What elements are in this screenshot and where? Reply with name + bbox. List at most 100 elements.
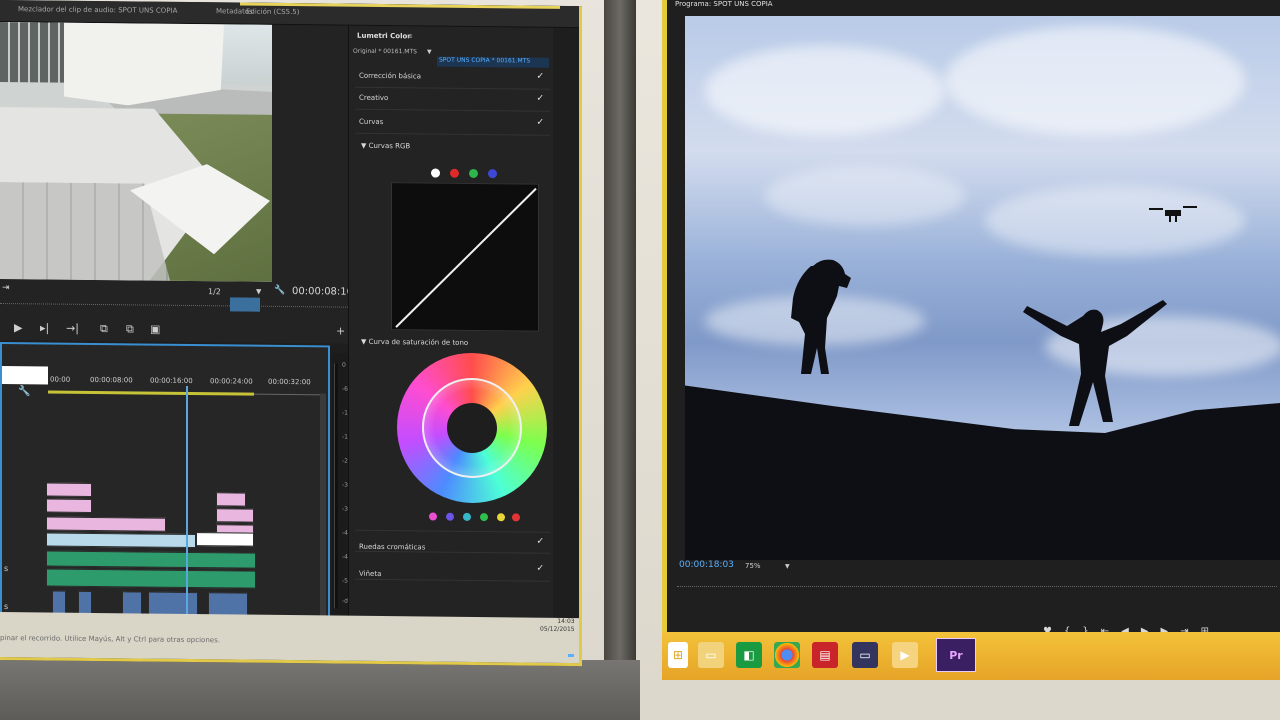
store-icon[interactable]: ◧ (736, 642, 762, 668)
source-monitor: ⇥ 1/2 ▼ 🔧 00:00:08:16 (0, 22, 354, 326)
insert-icon[interactable]: ⧉ (100, 322, 108, 336)
green-swatch[interactable] (480, 513, 488, 522)
source-playhead[interactable] (230, 297, 260, 312)
timeline-panel: 00:00 00:00:08:00 00:00:16:00 00:00:24:0… (0, 342, 332, 656)
desk-surface (0, 660, 640, 720)
video-clip[interactable] (46, 498, 92, 513)
wrench-icon[interactable]: 🔧 (18, 386, 30, 397)
curve-line (395, 187, 537, 328)
source-clip-select[interactable]: Original * 00161.MTS (353, 48, 417, 56)
chevron-down-icon[interactable]: ▼ (256, 288, 261, 296)
lumetri-color-panel: Lumetri Color ≡ Original * 00161.MTS ▼ S… (348, 25, 553, 628)
audio-clip[interactable] (46, 568, 256, 589)
work-area-bar[interactable] (48, 390, 254, 396)
editing-workspace-tab[interactable]: Edición (CS5.5) (246, 8, 299, 17)
yellow-swatch[interactable] (497, 513, 505, 522)
audio-mixer-tab[interactable]: Mezclador del clip de audio: SPOT UNS CO… (18, 5, 177, 15)
meter-label: 0 (342, 361, 346, 369)
green-channel-dot[interactable] (469, 168, 478, 179)
timeline-time-ruler[interactable]: 00:00 00:00:08:00 00:00:16:00 00:00:24:0… (42, 375, 332, 387)
video-clip[interactable] (46, 532, 196, 549)
chevron-down-icon[interactable]: ▼ (785, 563, 790, 570)
violet-swatch[interactable] (446, 512, 454, 521)
checkmark-icon[interactable]: ✓ (536, 537, 544, 547)
step-forward-icon[interactable]: ▸| (40, 321, 49, 334)
section-label: Ruedas cromáticas (359, 542, 426, 552)
video-clip[interactable] (216, 508, 254, 523)
creative-section[interactable]: Creativo ✓ (355, 87, 550, 112)
white-channel-dot[interactable] (431, 168, 440, 178)
left-taskbar: 14:03 05/12/2015 pinar el recorrido. Util… (0, 612, 582, 667)
hue-sat-curve-toggle[interactable]: ▼ Curva de saturación de tono (361, 338, 468, 347)
wrench-icon[interactable]: 🔧 (274, 286, 285, 296)
premiere-label: Pr (949, 648, 963, 662)
source-zoom-select[interactable]: 1/2 (208, 287, 221, 296)
drone-icon (1149, 206, 1197, 222)
checkmark-icon[interactable]: ✓ (536, 118, 544, 128)
blue-channel-dot[interactable] (488, 169, 497, 179)
add-button-icon[interactable]: + (336, 325, 345, 338)
left-screen: Mezclador del clip de audio: SPOT UNS CO… (0, 0, 582, 667)
checkmark-icon[interactable]: ✓ (536, 72, 544, 82)
vignette-section[interactable]: Viñeta ✓ (355, 557, 550, 582)
overwrite-icon[interactable]: ⧉ (126, 322, 134, 336)
video-clip[interactable] (216, 492, 246, 507)
power-led (568, 654, 574, 657)
basic-correction-section[interactable]: Corrección básica ✓ (355, 65, 550, 90)
panel-menu-icon[interactable]: ≡ (407, 32, 413, 40)
play-icon[interactable]: ▶ (14, 321, 22, 334)
folder-icon[interactable]: ▭ (698, 642, 724, 668)
right-screen: Programa: SPOT UNS COPIA 00:00:18:03 75%… (662, 0, 1280, 640)
red-channel-dot[interactable] (450, 168, 459, 178)
toolbox-icon[interactable]: ▤ (812, 642, 838, 668)
hue-sat-label: Curva de saturación de tono (368, 337, 469, 347)
section-label: Creativo (359, 93, 389, 103)
chevron-down-icon[interactable]: ▼ (427, 48, 432, 55)
camera-icon[interactable]: ▣ (150, 323, 160, 336)
rgb-curve-graph[interactable] (391, 182, 539, 332)
video-clip[interactable] (196, 532, 254, 547)
rgb-curves-toggle[interactable]: ▼ Curvas RGB (361, 142, 410, 151)
checkmark-icon[interactable]: ✓ (536, 94, 544, 104)
program-zoom-select[interactable]: 75% (745, 562, 761, 570)
magenta-swatch[interactable] (429, 512, 437, 521)
media-player-icon[interactable]: ▶ (892, 642, 918, 668)
program-monitor-title[interactable]: Programa: SPOT UNS COPIA (675, 0, 773, 8)
track-label: s (4, 602, 9, 612)
status-hint: pinar el recorrido. Utilice Mayús, Alt y… (0, 634, 220, 645)
red-swatch[interactable] (512, 513, 520, 522)
start-icon[interactable]: ⊞ (668, 642, 688, 668)
monitor-gap (604, 0, 636, 720)
monitor-app-icon[interactable]: ▭ (852, 642, 878, 668)
chrome-icon[interactable] (774, 642, 800, 668)
audio-clip[interactable] (46, 550, 256, 569)
time-label: 00:00:08:00 (90, 375, 133, 385)
lumetri-title[interactable]: Lumetri Color (357, 32, 411, 41)
timeline-playhead[interactable] (186, 385, 188, 626)
source-timecode: 00:00:08:16 (292, 286, 354, 298)
program-video-frame (685, 16, 1280, 560)
sequence-tab[interactable] (2, 366, 48, 385)
cyan-swatch[interactable] (463, 512, 471, 521)
right-taskbar: ⊞ ▭ ◧ ▤ ▭ ▶ Pr (662, 632, 1280, 680)
timeline-scrollbar[interactable] (320, 393, 326, 644)
taskbar-clock[interactable]: 14:03 05/12/2015 (540, 618, 575, 634)
go-to-out-icon[interactable]: →| (66, 322, 79, 335)
source-time-ruler[interactable] (0, 303, 350, 308)
color-wheels-section[interactable]: Ruedas cromáticas ✓ (355, 529, 550, 554)
video-clip[interactable] (46, 482, 92, 497)
clock-date: 05/12/2015 (540, 625, 575, 634)
time-label: 00:00:32:00 (268, 377, 311, 387)
checkmark-icon[interactable]: ✓ (536, 564, 544, 574)
source-playhead-icon[interactable]: ⇥ (2, 283, 10, 293)
source-video-frame (0, 22, 272, 282)
track-label: s (4, 564, 9, 574)
wheel-center (447, 402, 497, 454)
video-clip[interactable] (46, 516, 166, 532)
time-label: 00:00:24:00 (210, 377, 253, 386)
program-time-ruler[interactable] (677, 586, 1277, 587)
curves-section[interactable]: Curvas ✓ (355, 111, 550, 136)
section-label: Curvas (359, 117, 384, 127)
premiere-pro-icon[interactable]: Pr (936, 638, 976, 672)
hue-saturation-wheel[interactable] (397, 352, 547, 504)
